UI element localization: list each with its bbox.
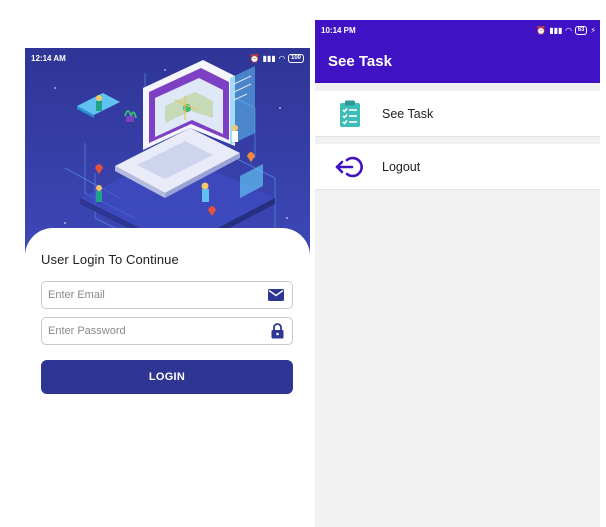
menu-item-logout[interactable]: Logout <box>315 144 600 190</box>
status-bar: 12:14 AM ⏰ ▮▮▮ ◠ 100 <box>25 48 310 68</box>
hero-banner: 12:14 AM ⏰ ▮▮▮ ◠ 100 <box>25 48 310 258</box>
isometric-laptop-illustration <box>25 48 310 258</box>
menu-icon-wrap <box>329 152 371 182</box>
lock-icon <box>271 323 284 339</box>
wifi-icon: ◠ <box>278 53 285 63</box>
menu-item-label: Logout <box>382 159 421 174</box>
login-button[interactable]: LOGIN <box>41 360 293 394</box>
email-input[interactable] <box>48 289 248 301</box>
screenshot-canvas: 12:14 AM ⏰ ▮▮▮ ◠ 100 User Login To Conti… <box>0 0 606 527</box>
clipboard-task-icon <box>340 100 360 127</box>
email-field[interactable] <box>41 281 293 309</box>
password-field[interactable] <box>41 317 293 345</box>
app-bar: 10:14 PM ⏰ ▮▮▮ ◠ 63 ⚡ See Task <box>315 20 600 83</box>
login-title: User Login To Continue <box>41 252 179 267</box>
password-input[interactable] <box>48 325 248 337</box>
status-icons: ⏰ ▮▮▮ ◠ 100 <box>249 53 304 63</box>
logout-icon <box>335 156 363 177</box>
login-card: User Login To Continue LOGIN <box>25 228 310 527</box>
wifi-icon: ◠ <box>565 25 572 35</box>
signal-icon: ▮▮▮ <box>549 25 563 35</box>
charging-icon: ⚡ <box>590 25 596 35</box>
login-screen: 12:14 AM ⏰ ▮▮▮ ◠ 100 User Login To Conti… <box>25 48 310 527</box>
app-bar-title: See Task <box>328 53 392 70</box>
menu-icon-wrap <box>329 99 371 129</box>
battery-icon: 100 <box>287 53 304 63</box>
status-icons: ⏰ ▮▮▮ ◠ 63 ⚡ <box>536 25 596 35</box>
battery-icon: 63 <box>574 25 588 35</box>
alarm-icon: ⏰ <box>536 25 547 35</box>
status-time: 12:14 AM <box>31 53 66 63</box>
status-time: 10:14 PM <box>321 25 356 35</box>
menu-screen: 10:14 PM ⏰ ▮▮▮ ◠ 63 ⚡ See Task See Task … <box>315 20 600 527</box>
menu-item-see-task[interactable]: See Task <box>315 91 600 137</box>
alarm-icon: ⏰ <box>249 53 260 63</box>
menu-item-label: See Task <box>382 106 434 121</box>
signal-icon: ▮▮▮ <box>262 53 276 63</box>
envelope-icon <box>268 289 284 301</box>
status-bar: 10:14 PM ⏰ ▮▮▮ ◠ 63 ⚡ <box>315 20 600 40</box>
